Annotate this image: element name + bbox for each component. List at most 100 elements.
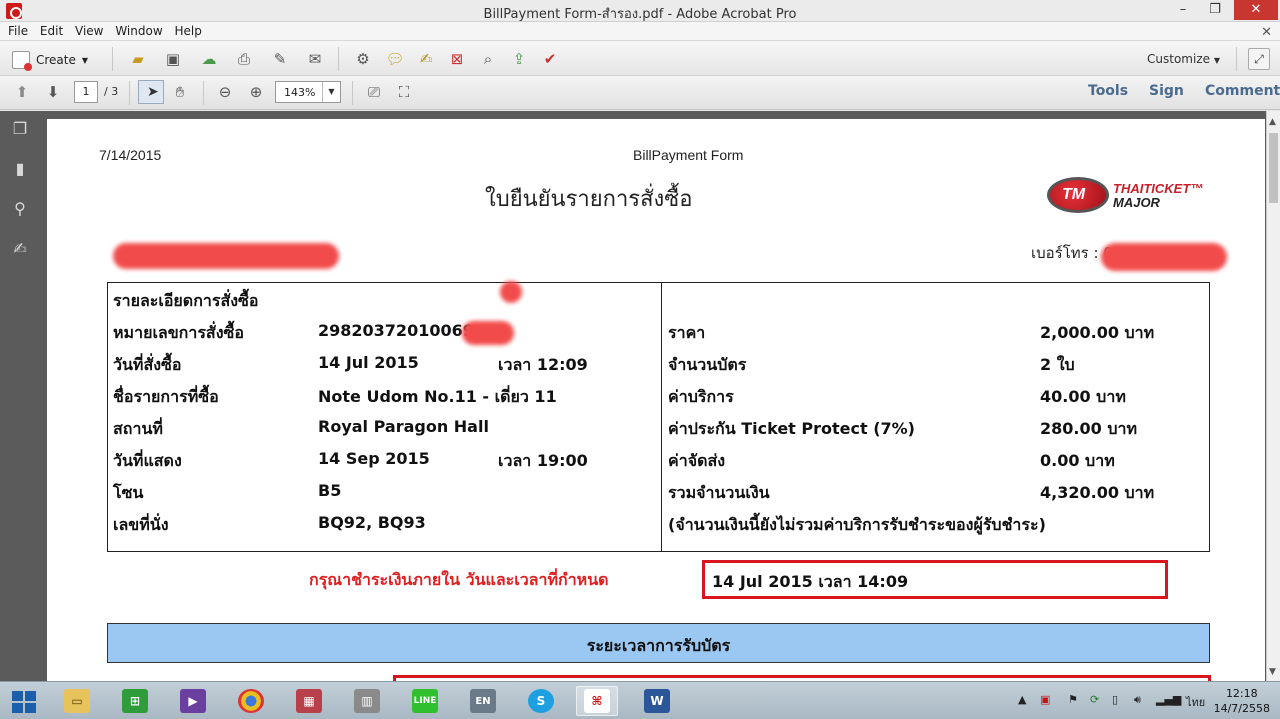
gear-icon[interactable]: ⚙ [353,49,373,69]
tray-expand-icon[interactable]: ▲ [1018,693,1026,706]
detail-value: Royal Paragon Hall [318,417,489,436]
bookmarks-icon[interactable]: ▮ [10,159,30,179]
visual-studio-icon[interactable]: ▶ [172,686,214,716]
vertical-scrollbar[interactable]: ▲ ▼ [1266,111,1280,681]
menu-window[interactable]: Window [107,22,162,38]
next-page-icon[interactable]: ⬇ [43,82,63,102]
zoom-select[interactable]: 143% ▼ [275,81,341,103]
detail-label: หมายเลขการสั่งซื้อ [113,323,244,342]
windows-taskbar: ▭ ⊞ ▶ ▦ ▥ LINE EN S ⌘ W ▲ ▣ ⚑ ⟳ ▯ 🔊︎ ▂▄▆… [0,681,1280,719]
sign-link[interactable]: Sign [1149,83,1184,99]
email-icon[interactable]: ✉ [305,49,325,69]
detail-label: เลขที่นั่ง [113,515,169,534]
volume-icon[interactable]: 🔊︎ [1134,693,1141,707]
zoom-in-icon[interactable]: ⊕ [246,82,266,102]
window-title: BillPayment Form-สำรอง.pdf - Adobe Acrob… [483,7,797,22]
chrome-icon[interactable] [230,686,272,716]
toolbar-separator [1236,47,1237,71]
toolbar-separator [203,81,204,105]
selection-tool-icon[interactable]: ➤ [138,80,164,104]
price-label: จำนวนบัตร [668,355,747,374]
toolbar-separator [352,81,353,105]
fit-page-icon[interactable]: ⎚ [364,82,384,102]
cloud-upload-icon[interactable]: ☁ [199,49,219,69]
payment-deadline-label: กรุณาชำระเงินภายใน วันและเวลาที่กำหนด [309,570,609,589]
file-explorer-icon[interactable]: ▭ [56,686,98,716]
payment-deadline-value: 14 Jul 2015 เวลา 14:09 [712,572,909,591]
menu-file[interactable]: File [0,22,28,38]
hand-tool-icon[interactable]: ✋︎ [170,82,190,102]
document-view[interactable]: 7/14/2015 BillPayment Form ใบยืนยันรายกา… [40,111,1266,681]
header-title: BillPayment Form [633,147,744,163]
title-bar: BillPayment Form-สำรอง.pdf - Adobe Acrob… [0,0,1280,22]
detail-label: สถานที่ [113,419,163,438]
language-indicator[interactable]: ไทย [1186,693,1205,711]
payment-deadline-box: 14 Jul 2015 เวลา 14:09 [702,560,1168,599]
store-icon[interactable]: ⊞ [114,686,156,716]
save-icon[interactable]: ▣ [163,49,183,69]
detail-label: โซน [113,483,144,502]
chevron-down-icon[interactable]: ▼ [322,82,340,102]
previous-page-icon[interactable]: ⬆ [12,82,32,102]
price-label: ค่าจัดส่ง [668,451,726,470]
create-button[interactable]: Create ▼ [12,50,88,71]
comment-link[interactable]: Comment [1205,83,1280,99]
flag-icon[interactable]: ⚑ [1068,693,1078,706]
line-app-icon[interactable]: LINE [404,686,446,716]
customize-button[interactable]: Customize ▼ [1147,52,1220,66]
page-zoom-icon[interactable]: ⌕ [478,49,498,69]
attachments-icon[interactable]: ⚲ [10,199,30,219]
zoom-out-icon[interactable]: ⊖ [215,82,235,102]
toolbar-separator [129,81,130,105]
create-pdf-icon [12,51,32,71]
language-app-icon[interactable]: EN [462,686,504,716]
expand-icon[interactable]: ⤢ [1248,48,1270,70]
maximize-button[interactable]: ❐ [1200,0,1230,20]
edit-icon[interactable]: ✎ [270,49,290,69]
redaction-mark [500,281,522,303]
thaiticket-major-logo: THAITICKET™ MAJOR [1043,171,1211,219]
skype-icon[interactable]: S [520,686,562,716]
minimize-button[interactable]: – [1168,0,1198,20]
page-thumbnails-icon[interactable]: ❐ [10,119,30,139]
signatures-icon[interactable]: ✍ [10,239,30,259]
detail-value: B5 [318,481,342,500]
navigation-pane: ❐ ▮ ⚲ ✍ [0,111,40,681]
acrobat-taskbar-icon[interactable]: ⌘ [576,686,618,716]
scroll-down-icon[interactable]: ▼ [1269,667,1276,677]
system-clock[interactable]: 12:18 14/7/2558 [1214,686,1270,716]
phone-label-text: เบอร์โทร : [1031,244,1099,262]
word-icon[interactable]: W [636,686,678,716]
app-icon[interactable]: ▥ [346,686,388,716]
logo-line2: MAJOR [1113,195,1160,210]
menu-view[interactable]: View [67,22,103,38]
open-folder-icon[interactable]: ▰ [128,49,148,69]
menu-help[interactable]: Help [166,22,201,38]
comment-bubble-icon[interactable]: 💬︎ [385,49,405,69]
sync-icon[interactable]: ⟳ [1090,693,1099,706]
battery-icon[interactable]: ▯ [1112,693,1118,706]
start-button[interactable] [12,691,36,713]
app-icon[interactable]: ▦ [288,686,330,716]
tools-link[interactable]: Tools [1088,83,1128,99]
header-date: 7/14/2015 [99,147,162,163]
print-icon[interactable]: ⎙ [234,49,254,69]
acrobat-tray-icon[interactable]: ▣ [1040,693,1050,706]
page-number-input[interactable]: 1 [74,81,98,103]
highlight-icon[interactable]: ✍ [416,49,436,69]
close-button[interactable]: ✕ [1234,0,1278,20]
chevron-down-icon: ▼ [1213,56,1220,65]
close-document-icon[interactable]: ✕ [1253,23,1272,40]
network-icon[interactable]: ▂▄▆ [1156,693,1181,706]
full-screen-icon[interactable]: ⛶ [394,82,414,102]
sign-document-icon[interactable]: ✔ [540,49,560,69]
detail-label: วันที่แสดง [113,451,182,470]
main-toolbar: Create ▼ ▰ ▣ ☁ ⎙ ✎ ✉ ⚙ 💬︎ ✍ ⊠ ⌕ ⇪ ✔ Cust… [0,40,1280,76]
pickup-heading-text: ระยะเวลาการรับบัตร [586,636,731,655]
scrollbar-thumb[interactable] [1269,133,1278,203]
scroll-up-icon[interactable]: ▲ [1269,117,1276,127]
delete-page-icon[interactable]: ⊠ [447,49,467,69]
export-icon[interactable]: ⇪ [509,49,529,69]
menu-edit[interactable]: Edit [32,22,63,38]
redaction-mark [462,321,514,345]
